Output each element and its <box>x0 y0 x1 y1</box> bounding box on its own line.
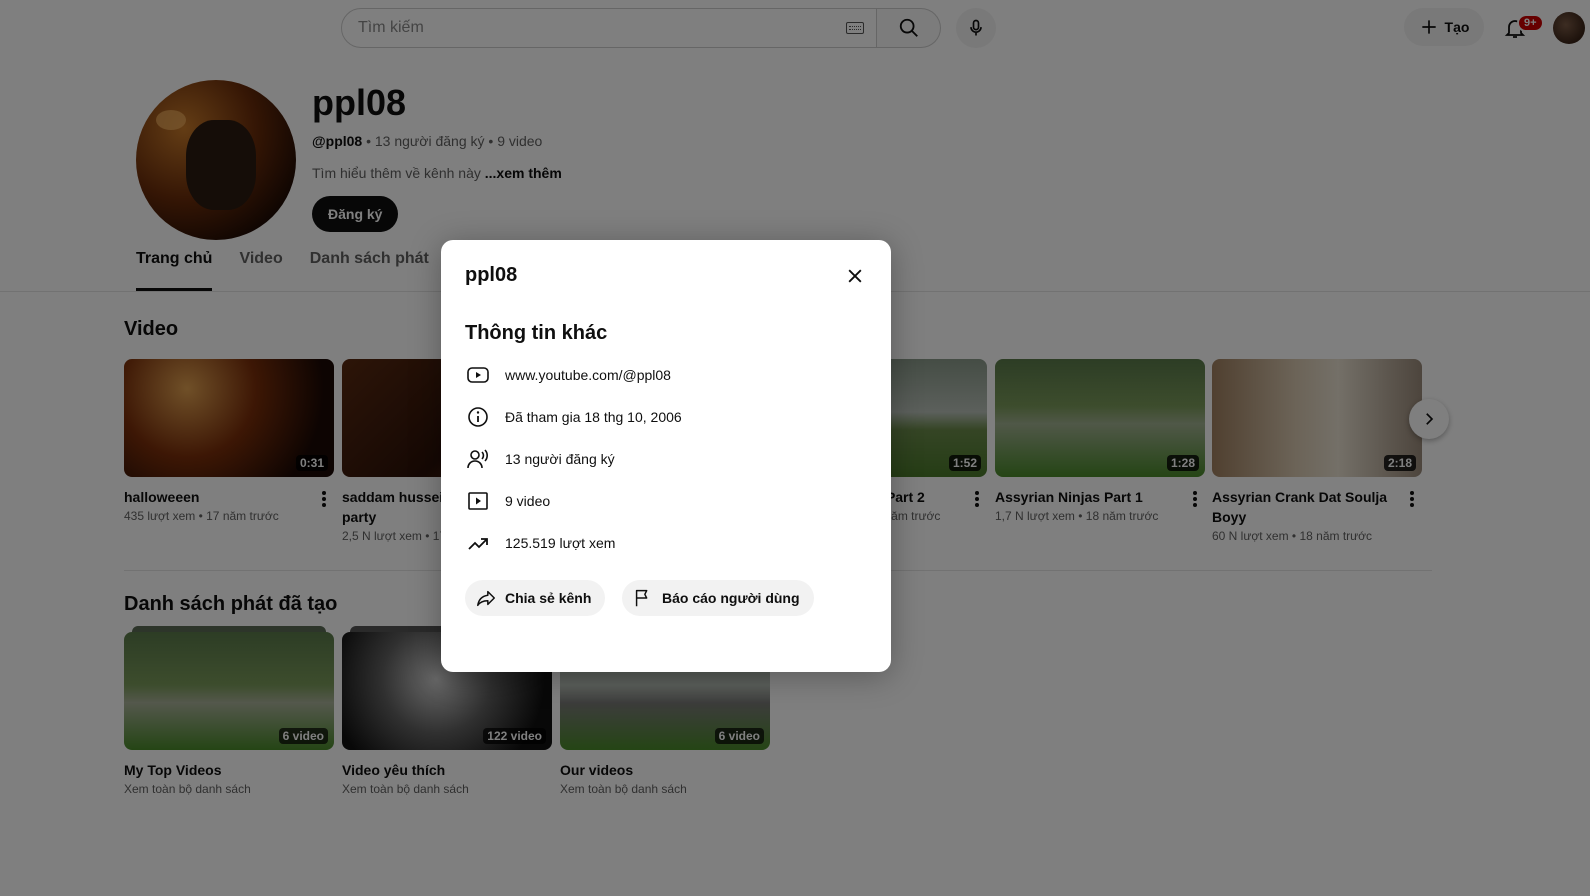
channel-url[interactable]: www.youtube.com/@ppl08 <box>505 367 671 383</box>
info-row-joined: Đã tham gia 18 thg 10, 2006 <box>465 404 682 430</box>
about-channel-dialog: ppl08 Thông tin khác www.youtube.com/@pp… <box>441 240 891 672</box>
info-icon <box>465 404 491 430</box>
dialog-title: ppl08 <box>465 264 518 286</box>
subscriber-count: 13 người đăng ký <box>505 451 615 467</box>
subscribers-icon <box>465 446 491 472</box>
info-row-videos: 9 video <box>465 488 550 514</box>
share-channel-button[interactable]: Chia sẻ kênh <box>465 580 606 616</box>
info-row-subscribers: 13 người đăng ký <box>465 446 615 472</box>
report-user-label: Báo cáo người dùng <box>662 590 800 606</box>
info-row-views: 125.519 lượt xem <box>465 530 615 556</box>
flag-icon <box>635 589 648 607</box>
view-count: 125.519 lượt xem <box>505 535 616 551</box>
trending-icon <box>465 530 491 556</box>
report-user-button[interactable]: Báo cáo người dùng <box>622 580 814 616</box>
close-button[interactable] <box>841 262 869 290</box>
close-icon <box>848 269 862 283</box>
share-channel-label: Chia sẻ kênh <box>505 590 592 606</box>
info-row-url: www.youtube.com/@ppl08 <box>465 362 671 388</box>
share-icon <box>477 590 495 607</box>
joined-date: Đã tham gia 18 thg 10, 2006 <box>505 409 682 425</box>
youtube-icon <box>465 362 491 388</box>
video-count: 9 video <box>505 493 551 509</box>
page: Tìm kiếm Tạo 9+ ppl08 @ppl08 • 13 người … <box>0 0 1590 896</box>
dialog-heading: Thông tin khác <box>465 322 608 344</box>
video-icon <box>465 488 491 514</box>
